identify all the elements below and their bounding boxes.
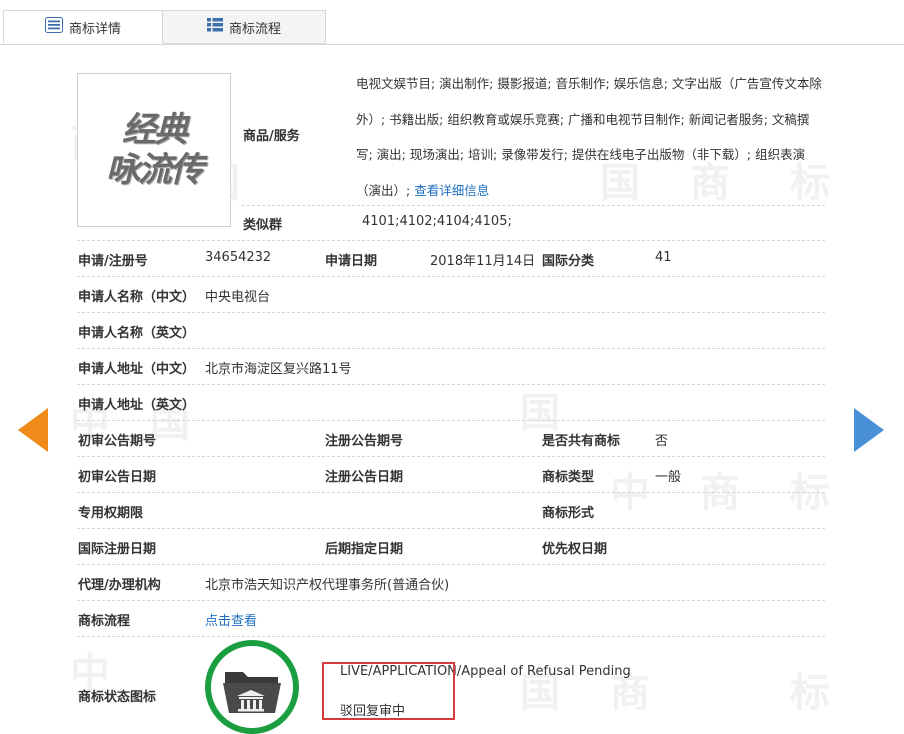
address-en-label: 申请人地址（英文）	[78, 398, 196, 413]
trademark-process-label: 商标流程	[78, 614, 131, 629]
goods-services-value: 电视文娱节目; 演出制作; 摄影报道; 音乐制作; 娱乐信息; 文字出版（广告宣…	[356, 76, 822, 198]
divider	[77, 600, 825, 601]
goods-services-text: 电视文娱节目; 演出制作; 摄影报道; 音乐制作; 娱乐信息; 文字出版（广告宣…	[356, 66, 826, 208]
divider	[77, 348, 825, 349]
exclusive-period-label: 专用权期限	[78, 506, 144, 521]
tab-label: 商标详情	[68, 21, 121, 37]
divider	[77, 276, 825, 277]
prelim-date-label: 初审公告日期	[78, 470, 157, 485]
divider	[77, 564, 825, 565]
address-cn-value: 北京市海淀区复兴路11号	[205, 362, 352, 377]
mark-type-label: 商标类型	[542, 470, 595, 485]
tab-trademark-detail[interactable]: 商标详情	[3, 10, 163, 44]
similar-group-value: 4101;4102;4104;4105;	[362, 214, 512, 229]
reg-no-value: 34654232	[205, 250, 272, 265]
mark-type-value: 一般	[655, 470, 682, 485]
tab-label: 商标流程	[228, 21, 281, 37]
intl-reg-date-label: 国际注册日期	[78, 542, 157, 557]
shared-value: 否	[655, 434, 669, 449]
view-details-link[interactable]: 查看详细信息	[414, 183, 489, 198]
tab-bar: 商标详情 商标流程	[0, 0, 904, 45]
reg-pub-date-label: 注册公告日期	[325, 470, 404, 485]
prelim-no-label: 初审公告期号	[78, 434, 157, 449]
arrow-right-icon	[854, 408, 884, 452]
address-cn-label: 申请人地址（中文）	[78, 362, 196, 377]
similar-group-label: 类似群	[243, 218, 283, 233]
intl-class-label: 国际分类	[542, 254, 595, 269]
applicant-cn-value: 中央电视台	[205, 290, 271, 305]
watermark: 商	[700, 469, 740, 516]
agent-value: 北京市浩天知识产权代理事务所(普通合伙)	[205, 578, 450, 593]
grid-icon	[206, 18, 223, 36]
trademark-image-line2: 咏流传	[106, 150, 204, 190]
applicant-en-label: 申请人名称（英文）	[78, 326, 196, 341]
apply-date-label: 申请日期	[325, 254, 378, 269]
view-process-link[interactable]: 点击查看	[205, 610, 257, 629]
reg-pub-no-label: 注册公告期号	[325, 434, 404, 449]
priority-date-label: 优先权日期	[542, 542, 608, 557]
reg-no-label: 申请/注册号	[78, 254, 148, 269]
prev-arrow[interactable]	[18, 408, 50, 456]
trademark-image-line1: 经典	[122, 110, 188, 150]
divider	[77, 492, 825, 493]
apply-date-value: 2018年11月14日	[430, 254, 536, 269]
trademark-image: 经典 咏流传	[77, 73, 231, 227]
divider	[77, 636, 825, 637]
divider	[77, 420, 825, 421]
watermark: 标	[790, 669, 830, 716]
next-arrow[interactable]	[852, 408, 884, 456]
folder-bank-icon	[223, 672, 281, 713]
status-icon-label: 商标状态图标	[78, 690, 157, 705]
status-icon	[205, 640, 299, 734]
arrow-left-icon	[18, 408, 48, 452]
watermark: 中	[610, 469, 650, 516]
divider	[77, 456, 825, 457]
applicant-cn-label: 申请人名称（中文）	[78, 290, 196, 305]
later-date-label: 后期指定日期	[325, 542, 404, 557]
divider	[77, 240, 825, 241]
divider	[242, 205, 825, 206]
divider	[77, 384, 825, 385]
intl-class-value: 41	[655, 250, 672, 265]
agent-label: 代理/办理机构	[78, 578, 161, 593]
shared-label: 是否共有商标	[542, 434, 621, 449]
mark-form-label: 商标形式	[542, 506, 595, 521]
list-icon	[44, 17, 63, 37]
divider	[77, 312, 825, 313]
goods-services-label: 商品/服务	[243, 129, 300, 144]
divider	[77, 528, 825, 529]
watermark: 标	[790, 469, 830, 516]
tab-trademark-process[interactable]: 商标流程	[163, 10, 326, 44]
status-highlight-box	[322, 662, 455, 720]
